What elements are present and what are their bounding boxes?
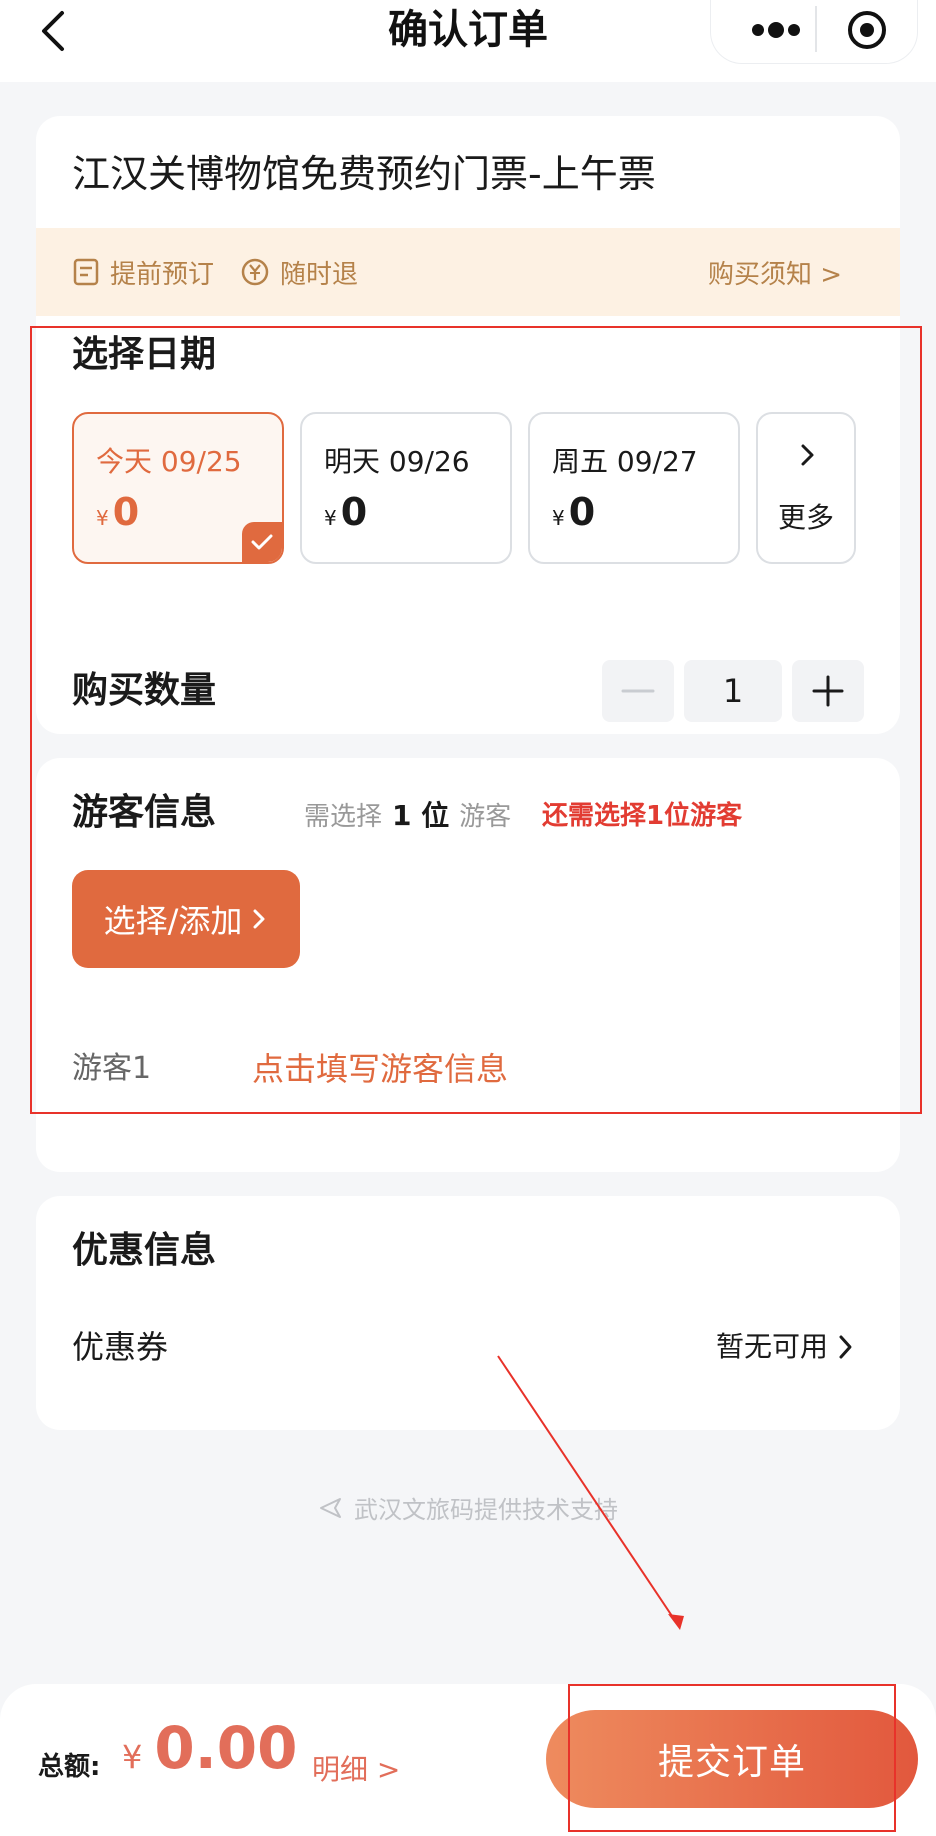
- price-value: 0: [112, 490, 140, 534]
- discount-card: 优惠信息 优惠券 暂无可用: [36, 1196, 900, 1430]
- mini-program-capsule: [710, 0, 918, 64]
- total-amount: ¥0.00: [122, 1714, 297, 1782]
- coupon-label: 优惠券: [72, 1328, 169, 1366]
- ticket-icon: [73, 258, 99, 286]
- visitor-need-text: 需选择 1 位游客: [304, 796, 511, 837]
- date-price: ¥0: [552, 490, 595, 534]
- select-add-label: 选择/添加: [103, 902, 243, 940]
- total-value: 0.00: [154, 1714, 298, 1782]
- coupon-value: 暂无可用: [715, 1330, 828, 1363]
- purchase-notes-link[interactable]: 购买须知 >: [708, 228, 842, 316]
- date-section-title: 选择日期: [72, 334, 217, 375]
- coupon-selector[interactable]: 暂无可用: [716, 1322, 854, 1372]
- minus-icon: [621, 689, 655, 693]
- footer-credit-text: 武汉文旅码提供技术支持: [354, 1496, 618, 1524]
- total-label: 总额:: [38, 1752, 101, 1782]
- chevron-right-icon: [801, 444, 814, 466]
- notice-label: 随时退: [280, 259, 359, 290]
- visitor-1-label: 游客1: [72, 1051, 152, 1086]
- discount-section-title: 优惠信息: [72, 1230, 217, 1271]
- select-add-visitor-button[interactable]: 选择/添加: [72, 870, 300, 968]
- product-card: 江汉关博物馆免费预约门票-上午票 提前预订 随时退 购买须知 > 选择日期 今天…: [36, 116, 900, 734]
- chevron-right-icon: [839, 1335, 852, 1359]
- need-prefix: 需选择: [304, 802, 383, 832]
- notice-refund-anytime: 随时退: [240, 228, 358, 316]
- notice-label: 提前预订: [110, 259, 215, 290]
- close-mini-program-button[interactable]: [841, 4, 893, 56]
- price-detail-link[interactable]: 明细 >: [312, 1748, 400, 1788]
- increment-button[interactable]: [792, 660, 864, 722]
- date-option-tomorrow[interactable]: 明天 09/26 ¥0: [300, 412, 512, 564]
- currency-symbol: ¥: [122, 1738, 143, 1776]
- refund-yen-icon: [241, 258, 269, 286]
- decrement-button[interactable]: [602, 660, 674, 722]
- submit-order-button[interactable]: 提交订单: [546, 1710, 918, 1808]
- currency-symbol: ¥: [552, 506, 565, 530]
- footer-credit: 武汉文旅码提供技术支持: [0, 1490, 936, 1525]
- currency-symbol: ¥: [324, 506, 337, 530]
- capsule-divider: [815, 6, 817, 52]
- quantity-label: 购买数量: [72, 670, 217, 711]
- date-option-today[interactable]: 今天 09/25 ¥0: [72, 412, 284, 564]
- plus-icon: [812, 675, 844, 707]
- selected-badge: [242, 522, 282, 562]
- price-value: 0: [340, 490, 368, 534]
- more-button[interactable]: [741, 6, 811, 54]
- date-price: ¥0: [96, 490, 139, 534]
- more-dots-icon: [752, 22, 800, 38]
- date-option-friday[interactable]: 周五 09/27 ¥0: [528, 412, 740, 564]
- check-icon: [251, 534, 273, 550]
- more-dates-button[interactable]: 更多: [756, 412, 856, 564]
- visitor-warning: 还需选择1位游客: [542, 801, 743, 831]
- chevron-right-icon: [253, 909, 265, 929]
- need-count: 1 位: [392, 799, 450, 832]
- nav-header: 确认订单: [0, 0, 936, 82]
- date-label: 明天 09/26: [324, 445, 470, 478]
- send-icon: [320, 1497, 341, 1518]
- fill-visitor-info-link[interactable]: 点击填写游客信息: [252, 1044, 508, 1094]
- visitor-section-title: 游客信息: [72, 792, 217, 833]
- notice-advance-booking: 提前预订: [72, 228, 214, 316]
- date-label: 今天 09/25: [96, 445, 242, 478]
- more-dates-label: 更多: [777, 501, 834, 534]
- need-suffix: 游客: [459, 802, 512, 832]
- currency-symbol: ¥: [96, 506, 109, 530]
- target-icon: [848, 11, 886, 49]
- date-price: ¥0: [324, 490, 367, 534]
- notice-bar: 提前预订 随时退 购买须知 >: [36, 228, 900, 316]
- quantity-stepper: 1: [602, 660, 864, 722]
- date-label: 周五 09/27: [552, 445, 698, 478]
- bottom-bar: 总额: ¥0.00 明细 > 提交订单: [0, 1684, 936, 1836]
- product-title: 江汉关博物馆免费预约门票-上午票: [72, 152, 656, 196]
- visitor-card: 游客信息 需选择 1 位游客 还需选择1位游客 选择/添加 游客1 点击填写游客信…: [36, 758, 900, 1172]
- quantity-value[interactable]: 1: [684, 660, 782, 722]
- price-value: 0: [568, 490, 596, 534]
